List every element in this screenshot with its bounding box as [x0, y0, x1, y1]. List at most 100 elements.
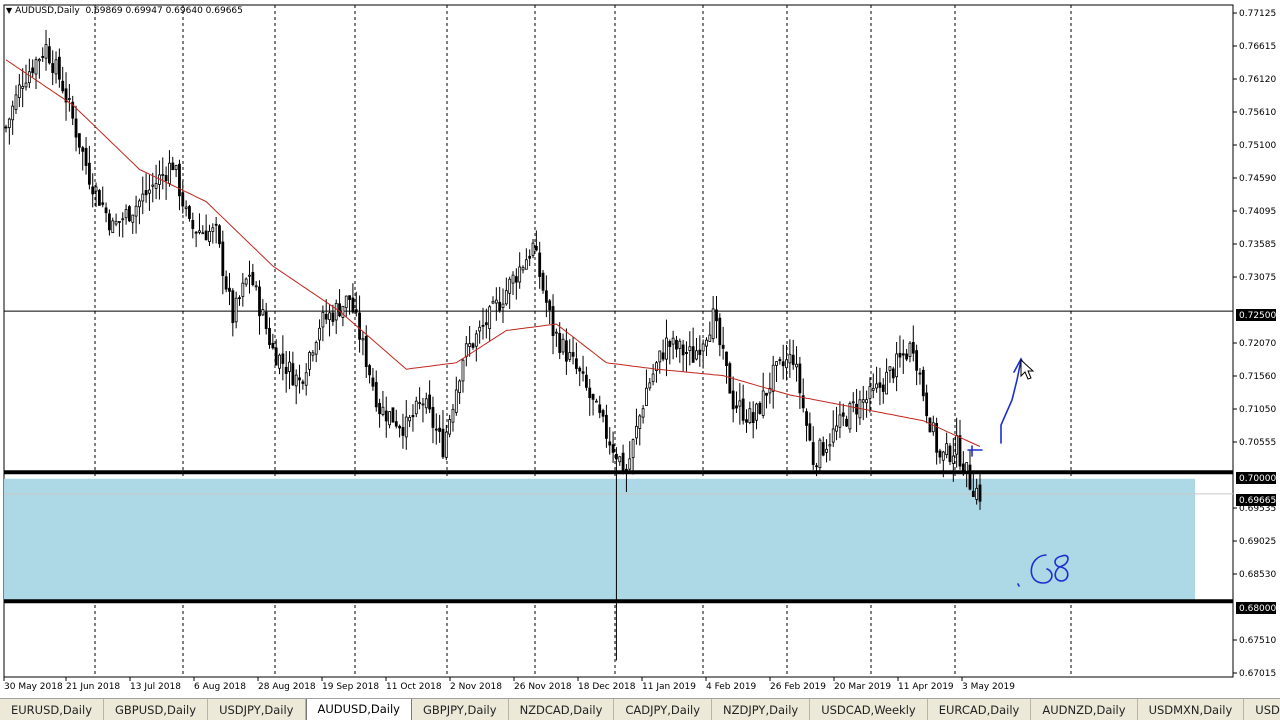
candle-body: [538, 252, 542, 277]
candle-body: [461, 359, 465, 382]
candle-body: [975, 487, 979, 500]
tab-usdcad-weekly[interactable]: USDCAD,Weekly: [810, 699, 928, 720]
candle-body: [124, 209, 128, 219]
candle-body: [164, 175, 168, 182]
date-tick-label: 4 Feb 2019: [706, 682, 757, 692]
candle-body: [344, 295, 348, 309]
candle-body: [4, 126, 8, 129]
candle-body: [978, 484, 982, 502]
candle-body: [294, 374, 298, 387]
drawn-dot: [1017, 583, 1020, 587]
candle-body: [888, 366, 892, 371]
candle-body: [591, 393, 595, 400]
candle-body: [208, 230, 211, 242]
candle-body: [965, 462, 969, 472]
candle-body: [725, 351, 728, 366]
candle-body: [254, 285, 258, 288]
candle-body: [825, 448, 828, 453]
candle-body: [911, 341, 915, 354]
candle-body: [681, 344, 685, 356]
candle-body: [11, 105, 15, 121]
candle-body: [711, 308, 715, 339]
candle-body: [421, 403, 425, 406]
tab-audusd-daily[interactable]: AUDUSD,Daily: [305, 699, 412, 720]
candle-body: [264, 311, 268, 329]
candle-body: [228, 287, 231, 292]
price-level-label: 0.72500: [1236, 309, 1276, 321]
candle-body: [438, 427, 442, 432]
candle-body: [878, 382, 882, 388]
candle-body: [194, 231, 198, 234]
candle-body: [511, 274, 515, 284]
candle-body: [224, 276, 228, 290]
candle-body: [738, 400, 742, 407]
date-tick-label: 13 Jul 2018: [130, 682, 181, 692]
candle-body: [901, 353, 905, 356]
date-tick-label: 26 Feb 2019: [770, 682, 826, 692]
candle-body: [301, 381, 305, 384]
candle-body: [871, 387, 875, 391]
candle-body: [568, 352, 572, 360]
candle-body: [584, 374, 588, 388]
candle-body: [908, 342, 912, 357]
tab-eurusd-daily[interactable]: EURUSD,Daily: [0, 699, 104, 720]
candle-body: [458, 380, 462, 393]
candle-body: [895, 353, 899, 378]
candle-body: [471, 343, 475, 348]
candle-body: [281, 353, 285, 364]
candle-body: [548, 300, 552, 311]
tab-gbpjpy-daily[interactable]: GBPJPY,Daily: [412, 699, 509, 720]
candle-body: [221, 241, 225, 276]
candle-body: [151, 184, 155, 187]
candle-body: [524, 259, 528, 270]
candle-body: [805, 411, 808, 426]
candle-body: [138, 200, 141, 208]
price-chart[interactable]: 0.77125 0.76615 0.76120 0.75610 0.75100 0.745…: [0, 0, 1280, 698]
candle-body: [168, 162, 171, 184]
date-tick-label: 26 Nov 2018: [514, 682, 572, 692]
candle-body: [418, 402, 422, 405]
candle-body: [601, 410, 605, 417]
candle-body: [648, 382, 652, 389]
candle-body: [244, 278, 248, 285]
candle-body: [398, 425, 402, 429]
tab-cadjpy-daily[interactable]: CADJPY,Daily: [614, 699, 713, 720]
candle-body: [488, 306, 492, 330]
tab-gbpusd-daily[interactable]: GBPUSD,Daily: [104, 699, 209, 720]
candle-body: [531, 242, 535, 256]
candle-body: [665, 337, 668, 360]
candle-body: [551, 306, 555, 336]
candle-body: [811, 442, 815, 465]
candle-body: [631, 439, 635, 458]
chart-canvas[interactable]: 0.77125 0.76615 0.76120 0.75610 0.75100 0.745…: [0, 0, 1280, 698]
support-zone: [4, 478, 1195, 602]
candle-body: [618, 456, 622, 463]
candle-body: [651, 373, 655, 383]
candle-body: [454, 389, 458, 413]
candle-body: [971, 490, 975, 498]
candle-body: [581, 371, 585, 374]
tab-audnzd-daily[interactable]: AUDNZD,Daily: [1031, 699, 1138, 720]
candle-body: [741, 398, 745, 421]
candle-body: [838, 414, 842, 428]
candle-body: [574, 358, 578, 369]
tab-usdsek-daily[interactable]: USDSEK,Daily: [1244, 699, 1280, 720]
tab-usdjpy-daily[interactable]: USDJPY,Daily: [208, 699, 306, 720]
price-tick-label: 0.68530: [1239, 570, 1276, 580]
collapse-triangle-icon[interactable]: ▼: [6, 6, 12, 15]
candle-body: [578, 367, 582, 372]
tab-eurcad-daily[interactable]: EURCAD,Daily: [928, 699, 1032, 720]
candle-body: [898, 352, 902, 358]
candle-body: [104, 207, 108, 214]
svg-text:0.68000: 0.68000: [1239, 604, 1276, 614]
tab-nzdcad-daily[interactable]: NZDCAD,Daily: [509, 699, 615, 720]
candle-body: [278, 354, 281, 369]
tab-nzdjpy-daily[interactable]: NZDJPY,Daily: [712, 699, 811, 720]
candle-body: [721, 344, 725, 349]
candle-body: [371, 377, 375, 387]
candle-body: [141, 193, 145, 202]
tab-usdmxn-daily[interactable]: USDMXN,Daily: [1138, 699, 1245, 720]
candle-body: [781, 361, 785, 367]
candle-body: [378, 402, 381, 415]
candle-body: [735, 405, 738, 409]
